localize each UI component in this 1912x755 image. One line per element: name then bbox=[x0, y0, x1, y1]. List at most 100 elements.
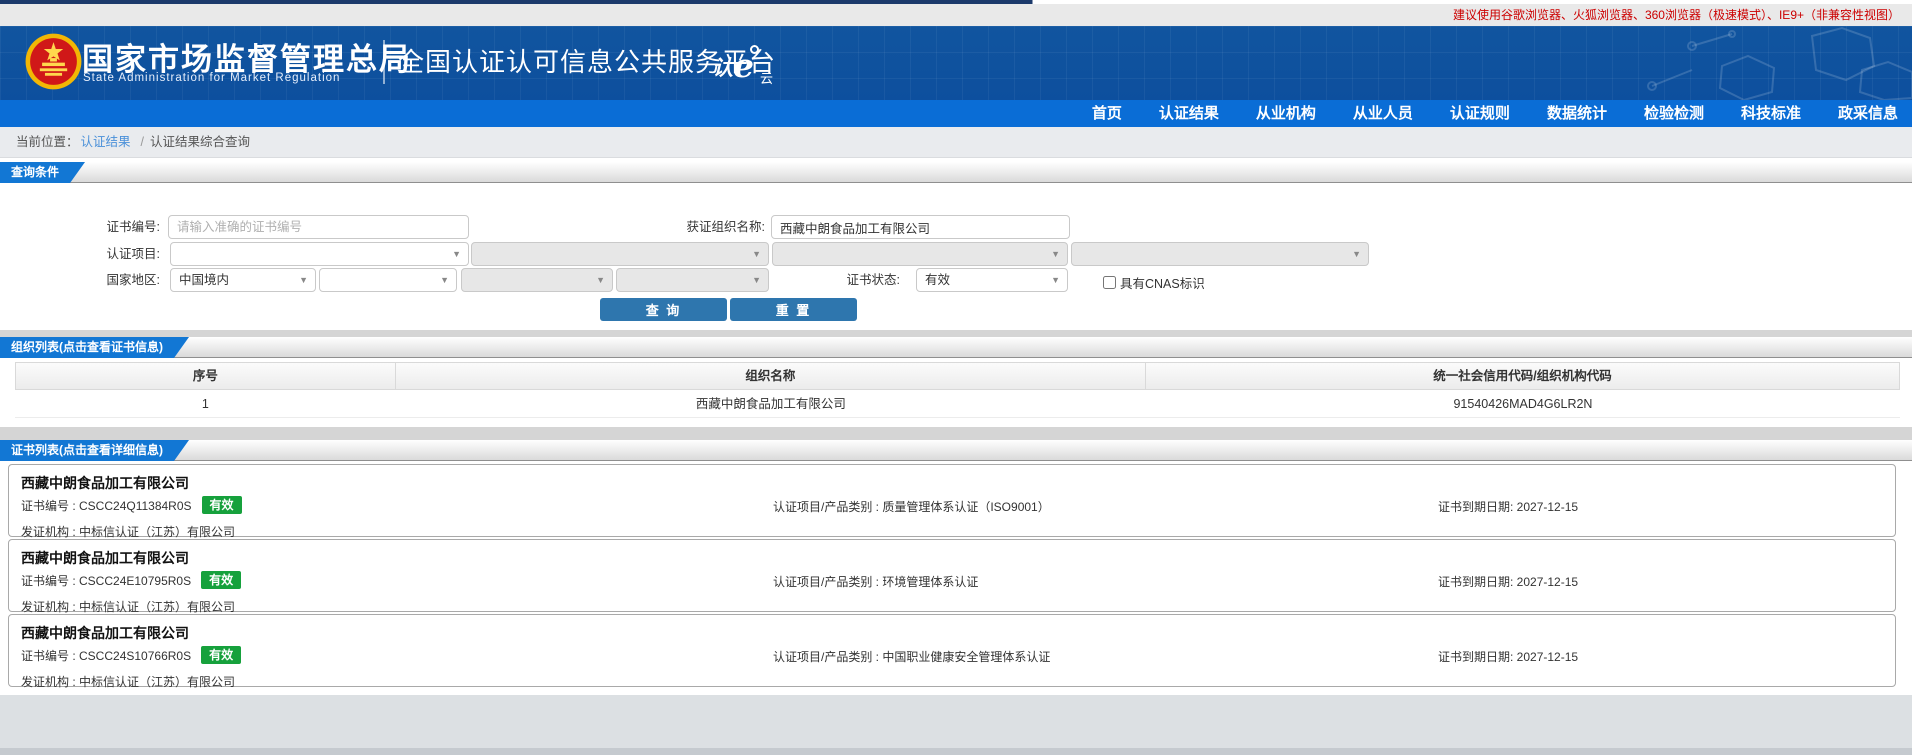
card-issuer: 发证机构 : 中标信认证（江苏）有限公司 bbox=[21, 523, 235, 540]
project-value: 环境管理体系认证 bbox=[882, 575, 979, 589]
project-label: 认证项目/产品类别 : bbox=[773, 500, 883, 514]
cert-project-label: 认证项目: bbox=[106, 247, 160, 261]
project-value: 中国职业健康安全管理体系认证 bbox=[882, 650, 1051, 664]
breadcrumb-current: 认证结果综合查询 bbox=[150, 135, 251, 149]
header-divider bbox=[383, 40, 385, 84]
cell-org-name: 西藏中朗食品加工有限公司 bbox=[695, 397, 846, 411]
nav-item-sci-standards[interactable]: 科技标准 bbox=[1741, 100, 1801, 127]
chevron-down-icon: ▼ bbox=[596, 275, 605, 285]
org-name-label: 获证组织名称: bbox=[686, 220, 765, 234]
card-expiry: 证书到期日期: 2027-12-15 bbox=[1438, 648, 1578, 665]
nav-item-statistics[interactable]: 数据统计 bbox=[1547, 100, 1607, 127]
region-select-value: 中国境内 bbox=[179, 273, 230, 287]
cert-project-select-4[interactable]: ▼ bbox=[1071, 242, 1369, 266]
breadcrumb-prefix: 当前位置： bbox=[16, 135, 79, 149]
breadcrumb: 当前位置： 认证结果 / 认证结果综合查询 bbox=[0, 127, 1912, 158]
cert-no-input[interactable] bbox=[168, 215, 469, 239]
issuer-label: 发证机构 : bbox=[21, 600, 80, 614]
card-project: 认证项目/产品类别 : 环境管理体系认证 bbox=[773, 573, 978, 590]
cell-seq: 1 bbox=[201, 397, 209, 411]
region-select-1[interactable]: 中国境内 ▼ bbox=[170, 268, 316, 292]
nav-item-inspection[interactable]: 检验检测 bbox=[1644, 100, 1704, 127]
cert-no-value: CSCC24S10766R0S bbox=[79, 648, 192, 663]
project-label: 认证项目/产品类别 : bbox=[773, 650, 883, 664]
cert-no-value: CSCC24E10795R0S bbox=[79, 573, 192, 588]
cert-project-select-1[interactable]: ▼ bbox=[170, 242, 469, 266]
issuer-value: 中标信认证（江苏）有限公司 bbox=[79, 600, 236, 614]
logo-yun: 云 bbox=[760, 71, 774, 86]
issuer-value: 中标信认证（江苏）有限公司 bbox=[79, 675, 236, 689]
certificate-card[interactable]: 西藏中朗食品加工有限公司 证书编号 : CSCC24Q11384R0S 有效 认证… bbox=[8, 464, 1896, 540]
card-expiry: 证书到期日期: 2027-12-15 bbox=[1438, 573, 1578, 590]
hexagon-pattern-decoration bbox=[1647, 26, 1912, 100]
issuer-value: 中标信认证（江苏）有限公司 bbox=[79, 525, 236, 539]
page-footer bbox=[0, 695, 1912, 755]
query-form: 证书编号: 获证组织名称: 认证项目: ▼ ▼ ▼ ▼ 国家地区: 中国境内▼ … bbox=[0, 184, 1912, 330]
expiry-value: 2027-12-15 bbox=[1516, 575, 1579, 589]
reset-button[interactable]: 重 置 bbox=[730, 298, 857, 321]
search-button[interactable]: 查 询 bbox=[600, 298, 727, 321]
main-nav: 首页 认证结果 从业机构 从业人员 认证规则 数据统计 检验检测 科技标准 政采… bbox=[0, 100, 1912, 127]
chevron-down-icon: ▼ bbox=[1051, 249, 1060, 259]
region-select-2[interactable]: ▼ bbox=[319, 268, 457, 292]
cert-status-select[interactable]: 有效 ▼ bbox=[916, 268, 1068, 292]
card-cert-no: 证书编号 : CSCC24S10766R0S 有效 bbox=[21, 646, 242, 664]
page: 建议使用谷歌浏览器、火狐浏览器、360浏览器（极速模式）、IE9+（非兼容性视图… bbox=[0, 0, 1912, 755]
org-section-strip: 组织列表(点击查看证书信息) bbox=[0, 337, 1912, 358]
header-credit-code: 统一社会信用代码/组织机构代码 bbox=[1145, 362, 1900, 390]
chevron-down-icon: ▼ bbox=[752, 249, 761, 259]
expiry-label: 证书到期日期: bbox=[1438, 500, 1517, 514]
region-label: 国家地区: bbox=[106, 273, 160, 287]
card-expiry: 证书到期日期: 2027-12-15 bbox=[1438, 498, 1578, 515]
cert-no-label: 证书编号 : bbox=[21, 648, 80, 663]
tab-cert-list: 证书列表(点击查看详细信息) bbox=[0, 440, 189, 461]
issuer-label: 发证机构 : bbox=[21, 675, 80, 689]
cert-project-select-3[interactable]: ▼ bbox=[772, 242, 1068, 266]
cert-status-label: 证书状态: bbox=[846, 273, 900, 287]
issuer-label: 发证机构 : bbox=[21, 525, 80, 539]
chevron-down-icon: ▼ bbox=[440, 275, 449, 285]
expiry-value: 2027-12-15 bbox=[1516, 650, 1579, 664]
nav-item-cert-rules[interactable]: 认证规则 bbox=[1450, 100, 1510, 127]
card-org-name: 西藏中朗食品加工有限公司 bbox=[21, 550, 189, 566]
nav-item-home[interactable]: 首页 bbox=[1092, 100, 1122, 127]
card-detail-line: 证书编号 : CSCC24S10766R0S 有效 认证项目/产品类别 : 中国职… bbox=[21, 646, 1883, 664]
nav-item-agencies[interactable]: 从业机构 bbox=[1256, 100, 1316, 127]
logo-ren: 认 bbox=[712, 57, 733, 80]
table-row[interactable]: 1 西藏中朗食品加工有限公司 91540426MAD4G6LR2N bbox=[15, 390, 1900, 418]
cnas-checkbox[interactable] bbox=[1103, 276, 1116, 289]
region-select-3[interactable]: ▼ bbox=[461, 268, 613, 292]
card-project: 认证项目/产品类别 : 质量管理体系认证（ISO9001） bbox=[773, 498, 1050, 515]
card-project: 认证项目/产品类别 : 中国职业健康安全管理体系认证 bbox=[773, 648, 1050, 665]
expiry-value: 2027-12-15 bbox=[1516, 500, 1579, 514]
chevron-down-icon: ▼ bbox=[1352, 249, 1361, 259]
header-seq: 序号 bbox=[15, 362, 396, 390]
card-issuer: 发证机构 : 中标信认证（江苏）有限公司 bbox=[21, 673, 235, 690]
section-separator bbox=[0, 330, 1912, 337]
region-select-4[interactable]: ▼ bbox=[616, 268, 769, 292]
cert-no-label: 证书编号 : bbox=[21, 573, 80, 588]
nav-item-procurement[interactable]: 政采信息 bbox=[1838, 100, 1898, 127]
cert-project-select-2[interactable]: ▼ bbox=[471, 242, 769, 266]
query-section-strip: 查询条件 bbox=[0, 162, 1912, 183]
ren-e-yun-logo: 认e 云 bbox=[712, 44, 774, 86]
breadcrumb-link-cert-results[interactable]: 认证结果 bbox=[81, 135, 131, 149]
certificate-list: 西藏中朗食品加工有限公司 证书编号 : CSCC24Q11384R0S 有效 认证… bbox=[8, 464, 1896, 690]
browser-notice: 建议使用谷歌浏览器、火狐浏览器、360浏览器（极速模式）、IE9+（非兼容性视图… bbox=[0, 4, 1912, 26]
org-table-header: 序号 组织名称 统一社会信用代码/组织机构代码 bbox=[15, 362, 1900, 390]
cert-no-value: CSCC24Q11384R0S bbox=[79, 498, 192, 513]
status-badge: 有效 bbox=[201, 646, 242, 664]
certificate-card[interactable]: 西藏中朗食品加工有限公司 证书编号 : CSCC24E10795R0S 有效 认证… bbox=[8, 539, 1896, 614]
chevron-down-icon: ▼ bbox=[452, 249, 461, 259]
site-title-en: State Administration for Market Regulati… bbox=[83, 72, 341, 84]
section-separator bbox=[0, 427, 1912, 440]
nav-item-personnel[interactable]: 从业人员 bbox=[1353, 100, 1413, 127]
cert-no-label: 证书编号 : bbox=[21, 498, 80, 513]
expiry-label: 证书到期日期: bbox=[1438, 650, 1517, 664]
chevron-down-icon: ▼ bbox=[299, 275, 308, 285]
org-name-input[interactable] bbox=[771, 215, 1070, 239]
nav-item-cert-results[interactable]: 认证结果 bbox=[1159, 100, 1219, 127]
cert-no-label: 证书编号: bbox=[106, 220, 160, 234]
certificate-card[interactable]: 西藏中朗食品加工有限公司 证书编号 : CSCC24S10766R0S 有效 认证… bbox=[8, 614, 1896, 690]
cert-section-strip: 证书列表(点击查看详细信息) bbox=[0, 440, 1912, 461]
